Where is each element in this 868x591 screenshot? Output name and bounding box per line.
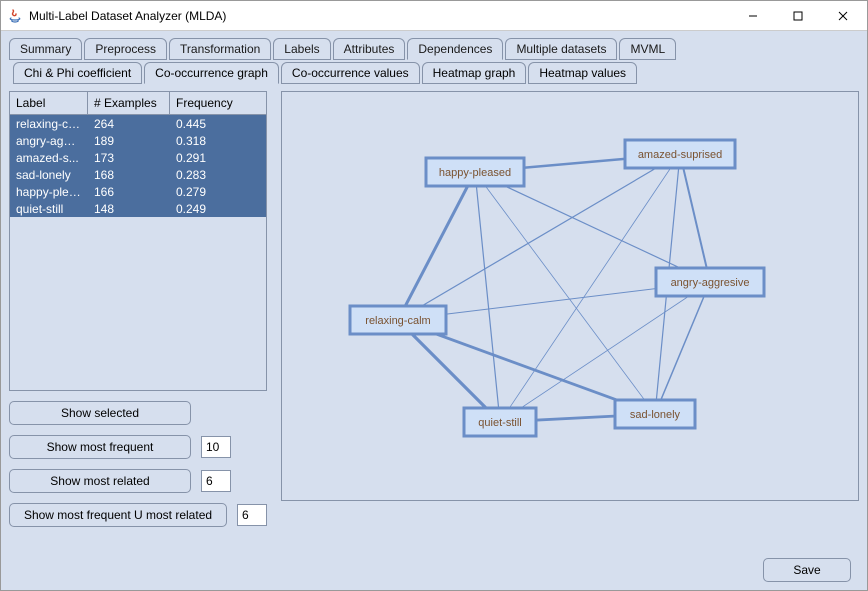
th-examples[interactable]: # Examples <box>88 92 170 114</box>
sub-tabs: Chi & Phi coefficientCo-occurrence graph… <box>13 61 859 83</box>
cell-examples: 168 <box>88 167 170 183</box>
cell-label: angry-aggr... <box>10 133 88 149</box>
most-frequent-input[interactable] <box>201 436 231 458</box>
graph-node-sad-lonely[interactable]: sad-lonely <box>615 400 695 428</box>
th-label[interactable]: Label <box>10 92 88 114</box>
frequent-u-related-input[interactable] <box>237 504 267 526</box>
svg-text:sad-lonely: sad-lonely <box>630 409 681 421</box>
tab-mvml[interactable]: MVML <box>619 38 676 60</box>
svg-text:amazed-suprised: amazed-suprised <box>638 149 722 161</box>
cell-examples: 264 <box>88 116 170 132</box>
window-controls <box>730 2 865 30</box>
show-most-frequent-button[interactable]: Show most frequent <box>9 435 191 459</box>
main-area: Label # Examples Frequency relaxing-ca..… <box>9 91 859 527</box>
svg-text:quiet-still: quiet-still <box>478 417 521 429</box>
subtab-heatmap-values[interactable]: Heatmap values <box>528 62 637 84</box>
table-row[interactable]: angry-aggr...1890.318 <box>10 132 266 149</box>
cell-label: relaxing-ca... <box>10 116 88 132</box>
java-icon <box>7 8 23 24</box>
tab-summary[interactable]: Summary <box>9 38 82 60</box>
cell-label: amazed-s... <box>10 150 88 166</box>
tab-multiple-datasets[interactable]: Multiple datasets <box>505 38 617 60</box>
cell-label: happy-plea... <box>10 184 88 200</box>
titlebar: Multi-Label Dataset Analyzer (MLDA) <box>1 1 867 31</box>
show-most-related-button[interactable]: Show most related <box>9 469 191 493</box>
graph-node-quiet-still[interactable]: quiet-still <box>464 408 536 436</box>
graph-node-angry-aggresive[interactable]: angry-aggresive <box>656 268 764 296</box>
cell-frequency: 0.445 <box>170 116 266 132</box>
graph-panel: happy-pleased amazed-suprised angry-aggres… <box>281 91 859 501</box>
window-title: Multi-Label Dataset Analyzer (MLDA) <box>29 9 730 23</box>
svg-text:angry-aggresive: angry-aggresive <box>671 277 750 289</box>
graph-node-happy-pleased[interactable]: happy-pleased <box>426 158 524 186</box>
table-row[interactable]: quiet-still1480.249 <box>10 200 266 217</box>
cell-examples: 173 <box>88 150 170 166</box>
most-related-input[interactable] <box>201 470 231 492</box>
tab-preprocess[interactable]: Preprocess <box>84 38 167 60</box>
cell-examples: 166 <box>88 184 170 200</box>
cell-frequency: 0.249 <box>170 201 266 217</box>
graph-node-relaxing-calm[interactable]: relaxing-calm <box>350 306 446 334</box>
minimize-button[interactable] <box>730 2 775 30</box>
th-frequency[interactable]: Frequency <box>170 92 266 114</box>
graph-edge <box>500 154 680 422</box>
table-row[interactable]: happy-plea...1660.279 <box>10 183 266 200</box>
label-table: Label # Examples Frequency relaxing-ca..… <box>9 91 267 391</box>
graph-edge <box>475 172 655 414</box>
maximize-button[interactable] <box>775 2 820 30</box>
svg-text:relaxing-calm: relaxing-calm <box>365 315 430 327</box>
cooccurrence-graph[interactable]: happy-pleased amazed-suprised angry-aggres… <box>282 92 858 500</box>
cell-frequency: 0.279 <box>170 184 266 200</box>
tab-attributes[interactable]: Attributes <box>333 38 406 60</box>
content-area: SummaryPreprocessTransformationLabelsAtt… <box>1 31 867 590</box>
tab-transformation[interactable]: Transformation <box>169 38 271 60</box>
graph-edge <box>655 282 710 414</box>
save-button[interactable]: Save <box>763 558 851 582</box>
subtab-heatmap-graph[interactable]: Heatmap graph <box>422 62 527 84</box>
table-row[interactable]: sad-lonely1680.283 <box>10 166 266 183</box>
subtab-co-occurrence-graph[interactable]: Co-occurrence graph <box>144 62 279 84</box>
subtab-co-occurrence-values[interactable]: Co-occurrence values <box>281 62 420 84</box>
cell-label: quiet-still <box>10 201 88 217</box>
graph-edge <box>680 154 710 282</box>
cell-examples: 189 <box>88 133 170 149</box>
table-body[interactable]: relaxing-ca...2640.445angry-aggr...1890.… <box>10 115 266 390</box>
cell-frequency: 0.283 <box>170 167 266 183</box>
cell-examples: 148 <box>88 201 170 217</box>
svg-text:happy-pleased: happy-pleased <box>439 167 511 179</box>
graph-node-amazed-suprised[interactable]: amazed-suprised <box>625 140 735 168</box>
show-selected-button[interactable]: Show selected <box>9 401 191 425</box>
cell-frequency: 0.291 <box>170 150 266 166</box>
table-header: Label # Examples Frequency <box>10 92 266 115</box>
cell-frequency: 0.318 <box>170 133 266 149</box>
cell-label: sad-lonely <box>10 167 88 183</box>
show-frequent-u-related-button[interactable]: Show most frequent U most related <box>9 503 227 527</box>
app-window: Multi-Label Dataset Analyzer (MLDA) Summ… <box>0 0 868 591</box>
close-button[interactable] <box>820 2 865 30</box>
main-tabs: SummaryPreprocessTransformationLabelsAtt… <box>9 37 859 59</box>
table-row[interactable]: relaxing-ca...2640.445 <box>10 115 266 132</box>
table-row[interactable]: amazed-s...1730.291 <box>10 149 266 166</box>
graph-edge <box>475 172 500 422</box>
left-column: Label # Examples Frequency relaxing-ca..… <box>9 91 267 527</box>
tab-labels[interactable]: Labels <box>273 38 330 60</box>
tab-dependences[interactable]: Dependences <box>407 38 503 60</box>
subtab-chi-phi-coefficient[interactable]: Chi & Phi coefficient <box>13 62 142 84</box>
graph-edge <box>475 172 710 282</box>
